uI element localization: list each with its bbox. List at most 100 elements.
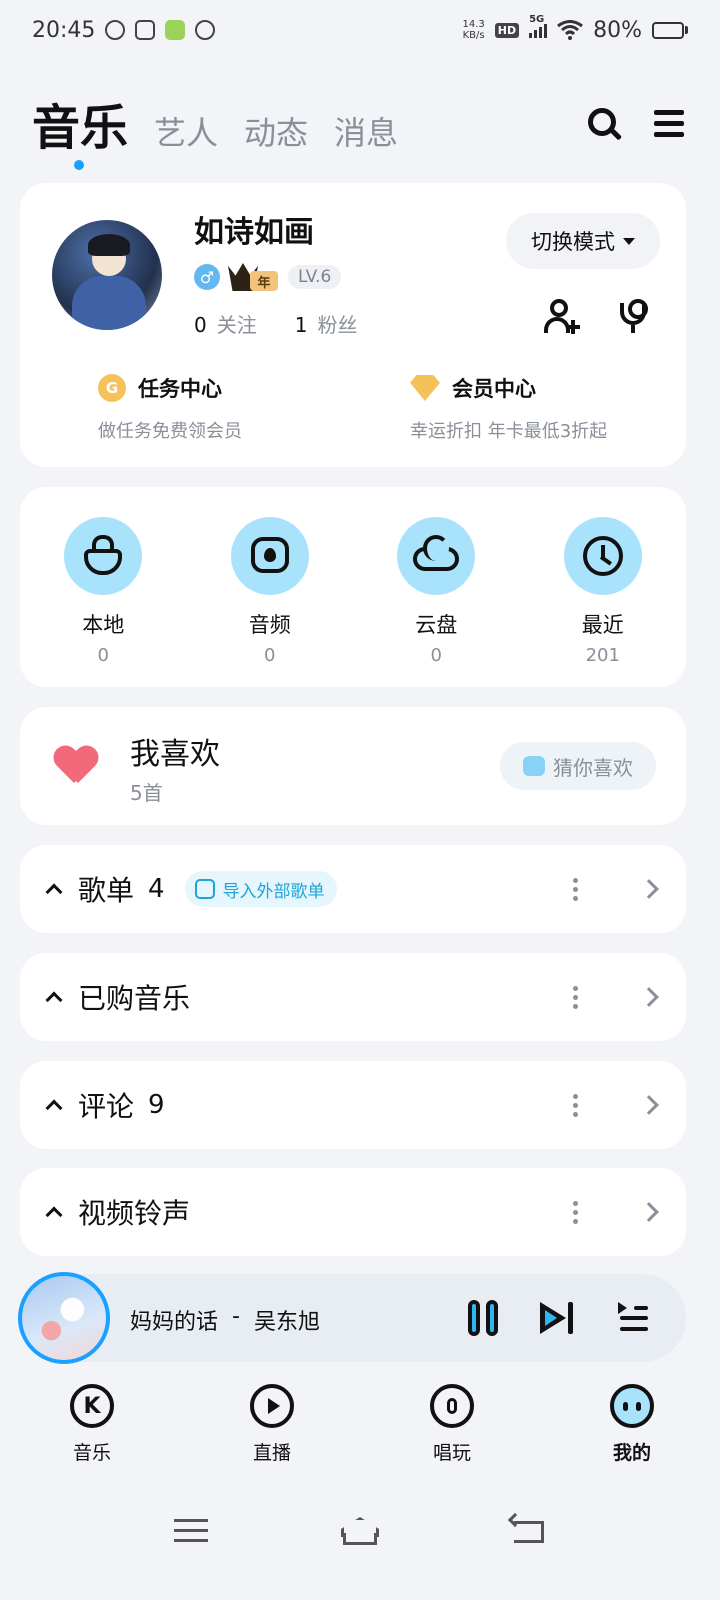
section-comments[interactable]: 评论 9 xyxy=(20,1061,686,1149)
favorites-title: 我喜欢 xyxy=(130,737,220,772)
male-gender-icon: ♂ xyxy=(194,264,220,290)
more-vertical-icon[interactable] xyxy=(573,1093,578,1117)
more-vertical-icon[interactable] xyxy=(573,877,578,901)
menu-icon[interactable] xyxy=(652,106,688,142)
profile-card: 如诗如画 ♂ 年 LV.6 0 关注 1 粉丝 切换模式 G 任务中心 做任务免费领… xyxy=(20,183,686,467)
switch-mode-label: 切换模式 xyxy=(531,230,615,254)
switch-mode-button[interactable]: 切换模式 xyxy=(506,213,660,269)
chevron-right-icon[interactable] xyxy=(639,987,659,1007)
top-nav: 音乐 艺人 动态 消息 xyxy=(0,88,720,170)
library-item-label: 本地 xyxy=(82,613,125,637)
bottom-tab-sing[interactable]: 唱玩 xyxy=(360,1384,540,1474)
section-title: 歌单 xyxy=(78,874,135,907)
status-bar: 20:45 14.3 KB/s HD 5G 80% xyxy=(0,0,720,60)
bottom-tab-label: 音乐 xyxy=(72,1442,111,1464)
bottom-tab-label: 我的 xyxy=(612,1442,651,1464)
karaoke-mic-icon[interactable] xyxy=(616,299,652,335)
search-icon[interactable] xyxy=(586,106,623,142)
network-type: 5G xyxy=(529,14,545,25)
status-right: 14.3 KB/s HD 5G 80% xyxy=(462,14,688,43)
library-item-count: 201 xyxy=(585,645,620,666)
diamond-icon xyxy=(410,375,440,401)
smiley-face-icon xyxy=(610,1384,654,1428)
library-item-recent[interactable]: 最近 201 xyxy=(520,487,687,687)
section-playlists[interactable]: 歌单 4 导入外部歌单 xyxy=(20,845,686,933)
import-icon xyxy=(194,879,215,899)
bottom-tab-me[interactable]: 我的 xyxy=(540,1384,720,1474)
pause-button[interactable] xyxy=(466,1300,502,1336)
annual-vip-badge[interactable]: 年 xyxy=(228,263,280,291)
import-playlist-label: 导入外部歌单 xyxy=(222,881,325,902)
kugou-notify-icon xyxy=(105,20,126,40)
more-vertical-icon[interactable] xyxy=(573,1200,578,1224)
followers-stat[interactable]: 1 粉丝 xyxy=(295,309,358,338)
recent-apps-icon[interactable] xyxy=(173,1515,210,1545)
tab-artists[interactable]: 艺人 xyxy=(154,108,218,154)
top-tabs: 音乐 艺人 动态 消息 xyxy=(32,88,398,170)
following-count: 0 xyxy=(194,313,207,337)
import-playlist-button[interactable]: 导入外部歌单 xyxy=(184,871,337,907)
section-count: 9 xyxy=(148,1090,165,1120)
song-separator: - xyxy=(232,1304,240,1329)
avatar[interactable] xyxy=(52,220,162,330)
bottom-tab-music[interactable]: K 音乐 xyxy=(0,1384,180,1474)
mini-player[interactable]: 妈妈的话 - 吴东旭 xyxy=(18,1272,686,1364)
bottom-tab-live[interactable]: 直播 xyxy=(180,1384,360,1474)
guess-you-like-label: 猜你喜欢 xyxy=(553,755,633,780)
chevron-right-icon[interactable] xyxy=(639,1095,659,1115)
section-title: 视频铃声 xyxy=(78,1197,191,1230)
tab-messages[interactable]: 消息 xyxy=(334,108,398,154)
tab-feed[interactable]: 动态 xyxy=(244,108,308,154)
following-stat[interactable]: 0 关注 xyxy=(194,309,257,338)
task-center-subtitle: 做任务免费领会员 xyxy=(98,421,242,442)
profile-badges: ♂ 年 LV.6 xyxy=(194,263,342,291)
add-friend-icon[interactable] xyxy=(544,299,580,335)
battery-icon xyxy=(652,21,688,39)
net-speed-value: 14.3 xyxy=(462,19,485,30)
library-item-cloud[interactable]: 云盘 0 xyxy=(353,487,520,687)
library-item-count: 0 xyxy=(97,645,109,666)
favorites-card[interactable]: 我喜欢 5首 猜你喜欢 xyxy=(20,707,686,825)
vip-year-label: 年 xyxy=(250,271,278,291)
heart-icon xyxy=(54,747,98,787)
section-video-ringtones[interactable]: 视频铃声 xyxy=(20,1168,686,1256)
bottom-tab-label: 直播 xyxy=(252,1442,291,1464)
level-badge[interactable]: LV.6 xyxy=(288,265,342,289)
section-count: 4 xyxy=(148,874,165,904)
home-icon[interactable] xyxy=(337,1515,383,1545)
following-label: 关注 xyxy=(216,313,257,337)
more-vertical-icon[interactable] xyxy=(573,985,578,1009)
now-playing-info[interactable]: 妈妈的话 - 吴东旭 xyxy=(130,1304,320,1336)
chevron-right-icon[interactable] xyxy=(639,879,659,899)
album-cover[interactable] xyxy=(18,1272,110,1364)
library-item-label: 云盘 xyxy=(415,613,458,637)
chevron-up-icon[interactable] xyxy=(45,1099,63,1117)
section-purchased-music[interactable]: 已购音乐 xyxy=(20,953,686,1041)
username[interactable]: 如诗如画 xyxy=(194,207,314,251)
chevron-up-icon[interactable] xyxy=(45,1206,63,1224)
vip-center-entry[interactable]: 会员中心 幸运折扣 年卡最低3折起 xyxy=(410,373,607,443)
net-speed: 14.3 KB/s xyxy=(462,19,484,41)
library-item-audio[interactable]: 音频 0 xyxy=(187,487,354,687)
tab-music[interactable]: 音乐 xyxy=(32,88,128,170)
clock-icon xyxy=(563,517,642,595)
coin-icon: G xyxy=(98,374,126,402)
task-center-title: 任务中心 xyxy=(138,377,222,401)
next-track-button[interactable] xyxy=(540,1300,576,1336)
hd-badge: HD xyxy=(494,22,520,38)
library-card: 本地 0 音频 0 云盘 0 最近 201 xyxy=(20,487,686,687)
live-play-icon xyxy=(250,1384,294,1428)
back-icon[interactable] xyxy=(508,1512,546,1545)
library-item-local[interactable]: 本地 0 xyxy=(20,487,187,687)
guess-you-like-button[interactable]: 猜你喜欢 xyxy=(500,742,656,790)
power-notify-icon xyxy=(195,20,216,40)
chevron-up-icon[interactable] xyxy=(45,991,63,1009)
section-title: 已购音乐 xyxy=(78,982,191,1015)
task-center-entry[interactable]: G 任务中心 做任务免费领会员 xyxy=(98,373,242,443)
chevron-up-icon[interactable] xyxy=(45,883,63,901)
kugou-k-icon: K xyxy=(70,1384,114,1428)
playlist-queue-button[interactable] xyxy=(616,1300,652,1336)
favorites-count: 5首 xyxy=(130,781,163,805)
library-item-count: 0 xyxy=(264,645,276,666)
chevron-right-icon[interactable] xyxy=(639,1202,659,1222)
